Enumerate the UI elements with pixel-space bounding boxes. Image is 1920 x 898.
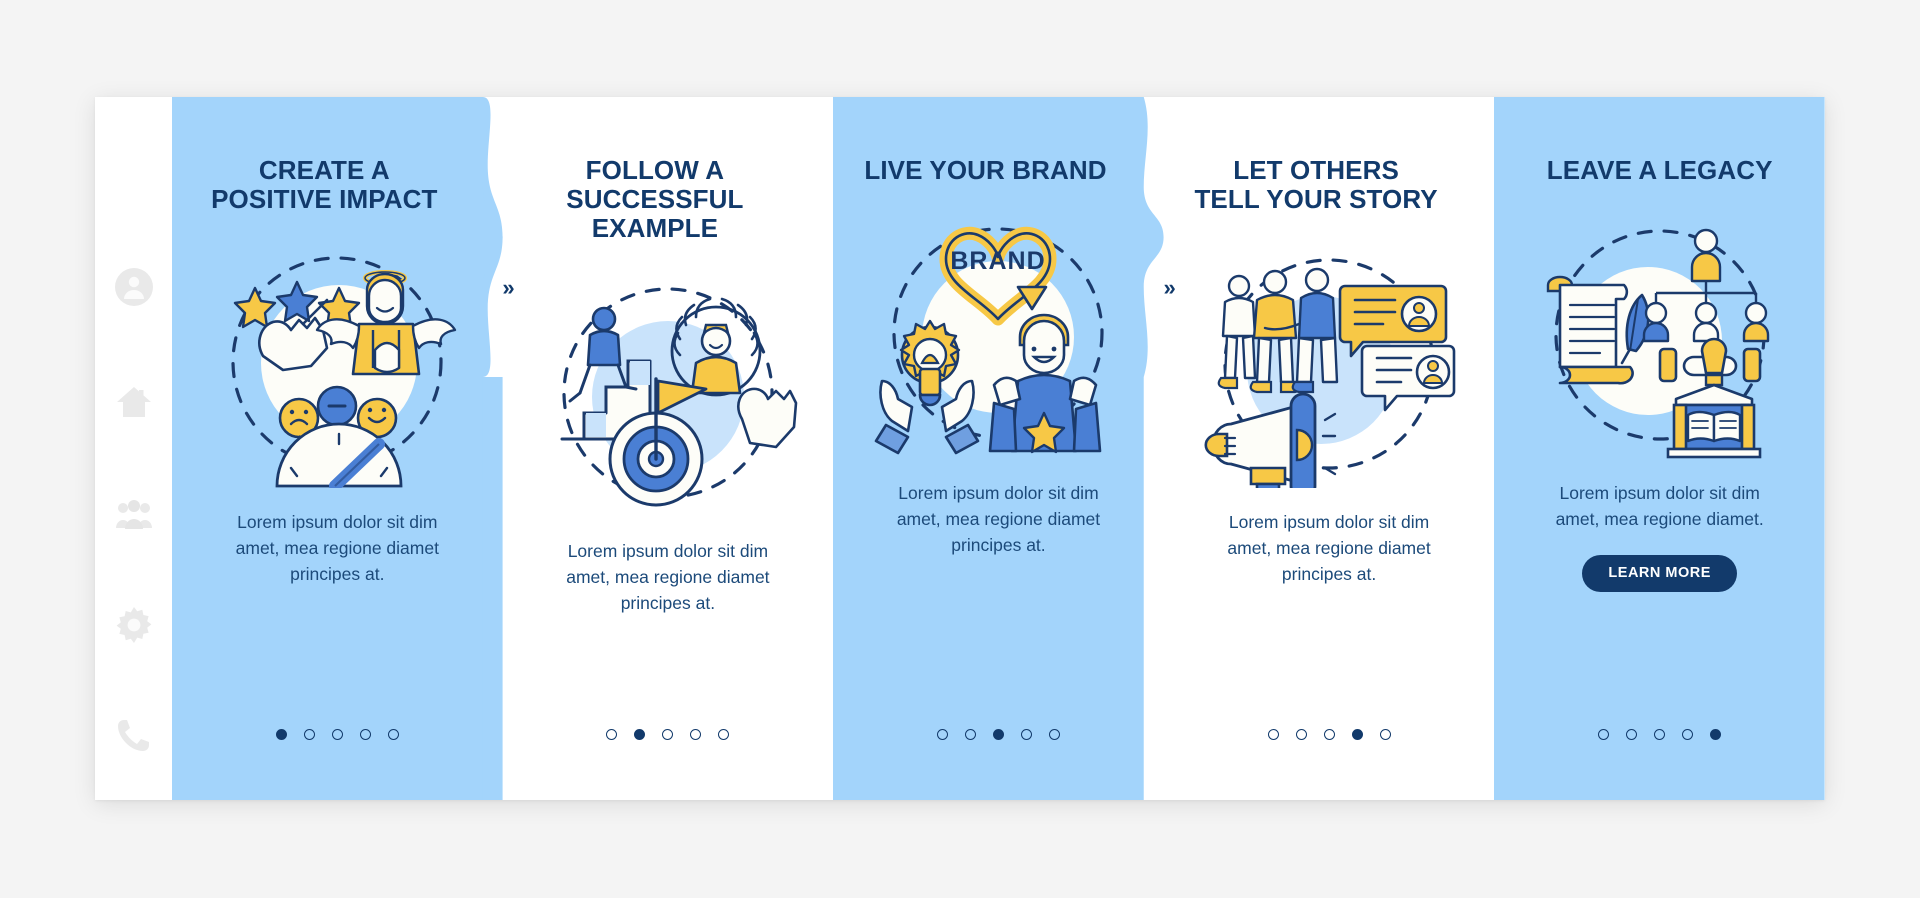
panel-title: FOLLOW A SUCCESSFUL EXAMPLE [566, 155, 744, 244]
sidebar-item-team[interactable] [114, 494, 154, 534]
panel-title: LET OTHERS TELL YOUR STORY [1194, 155, 1438, 215]
learn-more-button[interactable]: LEARN MORE [1582, 554, 1737, 592]
scroll-quill-org-chart-monument-illustration [1530, 209, 1790, 459]
onboarding-panels: CREATE A POSITIVE IMPACT Lorem ipsum dol… [172, 97, 1825, 800]
panel-follow-a-successful-example[interactable]: FOLLOW A SUCCESSFUL EXAMPLE Lorem ipsum … [502, 97, 845, 800]
panel-create-a-positive-impact[interactable]: CREATE A POSITIVE IMPACT Lorem ipsum dol… [172, 97, 515, 800]
pagination-dot[interactable] [1295, 729, 1307, 740]
panel-body-text: Lorem ipsum dolor sit dim amet, mea regi… [566, 541, 770, 614]
pagination-dot[interactable] [992, 729, 1004, 740]
user-avatar-icon [114, 267, 154, 307]
sidebar-item-contact[interactable] [114, 715, 154, 755]
next-arrow-icon[interactable]: » [1164, 277, 1176, 299]
pagination-dot[interactable] [690, 729, 702, 740]
panel-body-text: Lorem ipsum dolor sit dim amet, mea regi… [235, 512, 439, 584]
pagination-dot[interactable] [1654, 729, 1666, 740]
pagination-dot[interactable] [303, 729, 315, 740]
gear-icon [116, 607, 152, 643]
pagination-dot[interactable] [1323, 729, 1335, 740]
sidebar-item-settings[interactable] [114, 605, 154, 645]
pagination-dots [1494, 729, 1825, 740]
panel-leave-a-legacy[interactable]: LEAVE A LEGACY Lorem ipsum dolor sit dim… [1494, 97, 1825, 800]
pagination-dot[interactable] [936, 729, 948, 740]
stars-angel-satisfaction-meter-illustration [207, 238, 467, 489]
panel-live-your-brand[interactable]: LIVE YOUR BRAND BRAND Lorem ipsum dolor … [833, 97, 1176, 800]
pagination-dot[interactable] [275, 729, 287, 740]
brand-heart-label: BRAND [951, 247, 1046, 275]
pagination-dot[interactable] [606, 729, 618, 740]
pagination-dots [503, 729, 834, 740]
pagination-dot[interactable] [359, 729, 371, 740]
pagination-dot[interactable] [1048, 729, 1060, 740]
panel-body-text: Lorem ipsum dolor sit dim amet, mea regi… [1227, 512, 1431, 584]
onboarding-screen: CREATE A POSITIVE IMPACT Lorem ipsum dol… [95, 97, 1825, 800]
pagination-dot[interactable] [331, 729, 343, 740]
brand-heart-lightbulb-hands-person-illustration: BRAND [868, 209, 1128, 459]
pagination-dot[interactable] [1351, 729, 1363, 740]
pagination-dots [1164, 729, 1495, 740]
pagination-dot[interactable] [1626, 729, 1638, 740]
pagination-dot[interactable] [1598, 729, 1610, 740]
sidebar-item-profile[interactable] [114, 267, 154, 307]
pagination-dot[interactable] [718, 729, 730, 740]
pagination-dot[interactable] [1267, 729, 1279, 740]
group-people-icon [115, 498, 153, 530]
people-megaphone-testimonial-bubbles-illustration [1199, 238, 1459, 489]
pagination-dot[interactable] [964, 729, 976, 740]
panel-title: LIVE YOUR BRAND [864, 155, 1107, 185]
pagination-dot[interactable] [1379, 729, 1391, 740]
pagination-dots [833, 729, 1164, 740]
panel-body-text: Lorem ipsum dolor sit dim amet, mea regi… [1555, 483, 1764, 529]
pagination-dots [172, 729, 503, 740]
sidebar-item-home[interactable] [114, 382, 154, 422]
home-icon [116, 385, 152, 419]
pagination-dot[interactable] [1020, 729, 1032, 740]
pagination-dot[interactable] [1710, 729, 1722, 740]
panel-body-text: Lorem ipsum dolor sit dim amet, mea regi… [896, 483, 1101, 555]
pagination-dot[interactable] [634, 729, 646, 740]
panel-title: CREATE A POSITIVE IMPACT [211, 155, 438, 215]
pagination-dot[interactable] [387, 729, 399, 740]
sidebar [95, 97, 172, 800]
stairs-laurel-wreath-target-flag-illustration [538, 267, 798, 517]
panel-title: LEAVE A LEGACY [1546, 155, 1773, 185]
phone-icon [117, 718, 151, 752]
next-arrow-icon[interactable]: » [502, 277, 514, 299]
panel-let-others-tell-your-story[interactable]: LET OTHERS TELL YOUR STORY Lorem ipsum d… [1163, 97, 1506, 800]
pagination-dot[interactable] [662, 729, 674, 740]
pagination-dot[interactable] [1682, 729, 1694, 740]
